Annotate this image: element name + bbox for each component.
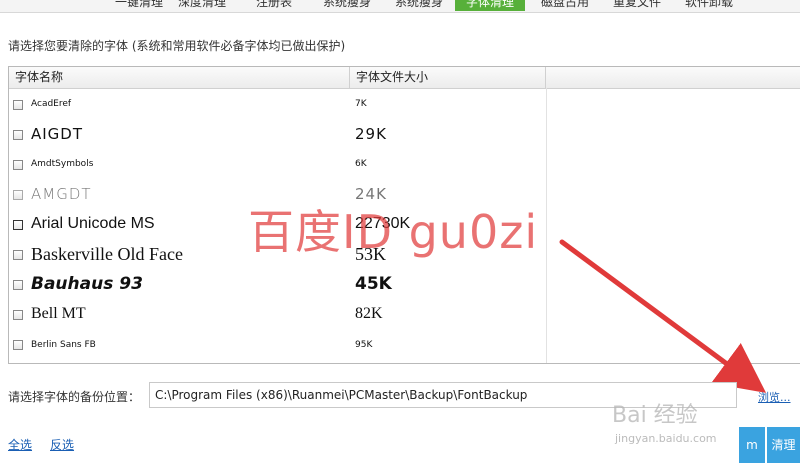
table-row[interactable]: Berlin Sans FB 95K (9, 330, 546, 360)
table-row[interactable]: Bell MT 82K (9, 300, 546, 330)
table-row[interactable]: AcadEref 7K (9, 90, 546, 120)
font-size: 7K (355, 99, 367, 109)
font-name: AIGDT (31, 125, 84, 143)
font-name: AcadEref (31, 99, 72, 109)
column-header-file-size[interactable]: 字体文件大小 (350, 67, 546, 88)
font-size: 82K (355, 305, 383, 322)
tab-quick-clean[interactable]: 一键清理 (108, 0, 170, 11)
tab-disk-usage[interactable]: 磁盘占用 (532, 0, 598, 11)
tab-bar: 一键清理 深度清理 注册表 系统瘦身 系统瘦身 字体清理 磁盘占用 重复文件 软… (0, 0, 800, 13)
font-name: AmdtSymbols (31, 159, 94, 169)
row-checkbox[interactable] (13, 190, 23, 200)
instruction-text: 请选择您要清除的字体 (系统和常用软件必备字体均已做出保护) (8, 39, 346, 53)
select-all-link[interactable]: 全选 (8, 436, 32, 453)
table-row[interactable]: AmdtSymbols 6K (9, 150, 546, 180)
tab-deep-clean[interactable]: 深度清理 (168, 0, 236, 11)
baidu-watermark-url: jingyan.baidu.com (615, 432, 717, 445)
tab-slim[interactable]: 系统瘦身 (386, 0, 452, 11)
backup-location-label: 请选择字体的备份位置： (8, 390, 141, 404)
tab-font-clean[interactable]: 字体清理 (455, 0, 525, 11)
table-row[interactable]: AIGDT 29K (9, 120, 546, 150)
clean-button[interactable]: 清理 (767, 427, 800, 463)
column-header-font-name[interactable]: 字体名称 (9, 67, 350, 88)
table-header: 字体名称 字体文件大小 (9, 67, 800, 89)
tab-registry[interactable]: 注册表 (244, 0, 304, 11)
browse-link[interactable]: 浏览... (758, 389, 791, 405)
font-size: 29K (355, 125, 387, 143)
watermark-text: 百度ID gu0zi (248, 205, 539, 259)
row-checkbox[interactable] (13, 310, 23, 320)
font-name: Berlin Sans FB (31, 340, 96, 350)
font-size: 6K (355, 159, 367, 169)
font-size: 45K (355, 274, 392, 294)
tab-privacy[interactable]: 系统瘦身 (314, 0, 380, 11)
font-name: Arial Unicode MS (31, 215, 155, 232)
font-name: AMGDT (31, 185, 92, 203)
font-name: Bauhaus 93 (31, 274, 143, 294)
row-checkbox[interactable] (13, 130, 23, 140)
invert-selection-link[interactable]: 反选 (50, 436, 74, 453)
row-checkbox[interactable] (13, 340, 23, 350)
tab-uninstall[interactable]: 软件卸载 (676, 0, 742, 11)
font-size: 95K (355, 340, 373, 350)
font-name: Bell MT (31, 305, 86, 322)
partial-button[interactable]: m (739, 427, 765, 463)
row-checkbox[interactable] (13, 100, 23, 110)
table-row[interactable]: Bauhaus 93 45K (9, 270, 546, 300)
row-checkbox[interactable] (13, 280, 23, 290)
row-checkbox[interactable] (13, 160, 23, 170)
font-name: Baskerville Old Face (31, 244, 183, 264)
baidu-watermark-logo: Bai 经验 (612, 403, 698, 428)
row-checkbox[interactable] (13, 250, 23, 260)
column-divider (546, 88, 547, 363)
row-checkbox[interactable] (13, 220, 23, 230)
tab-duplicate-files[interactable]: 重复文件 (604, 0, 670, 11)
